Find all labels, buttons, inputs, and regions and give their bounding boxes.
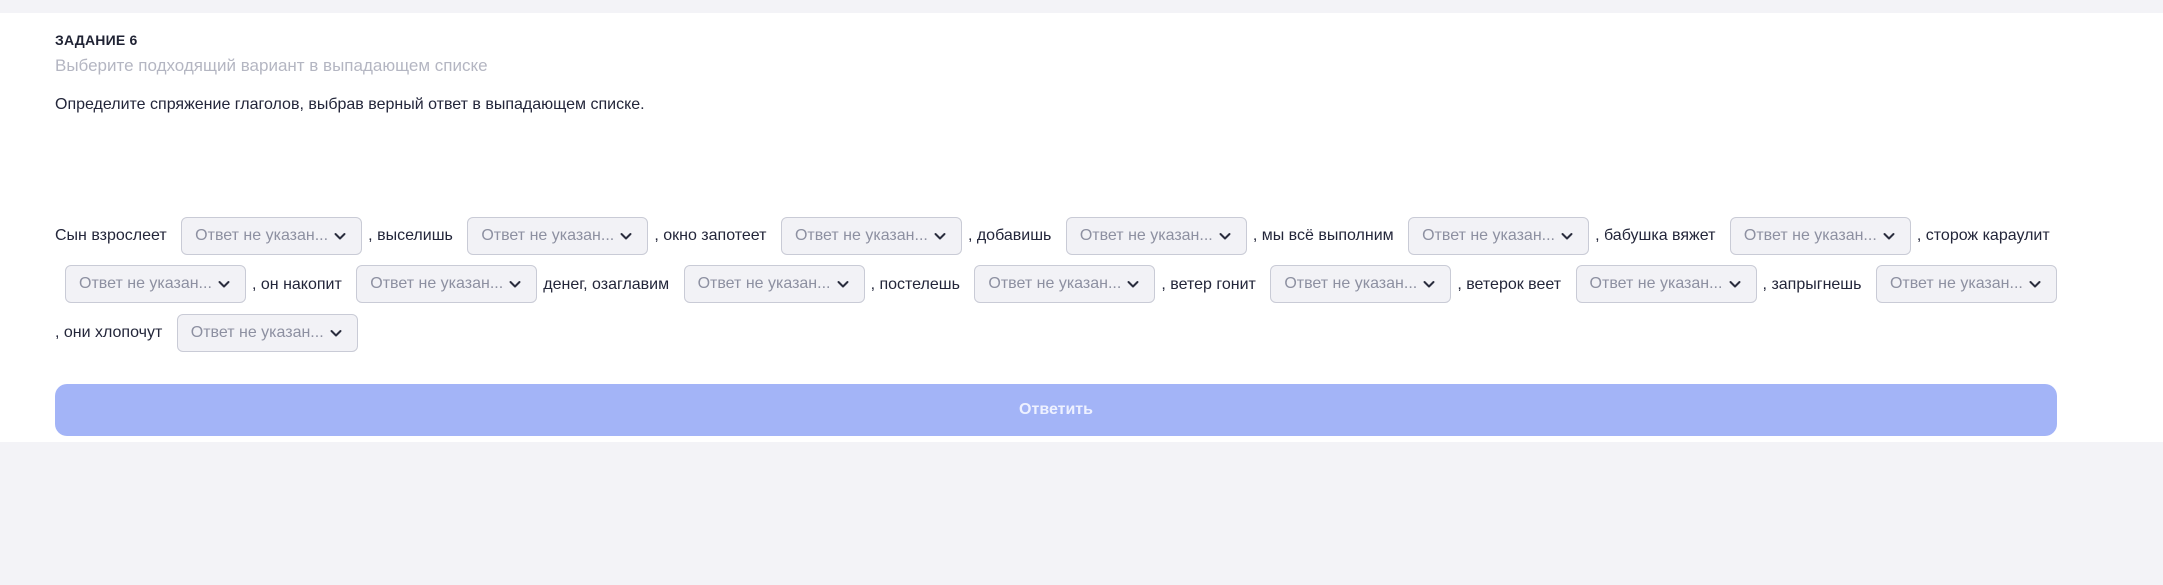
top-strip bbox=[0, 0, 2163, 13]
dropdown-value: Ответ не указан... bbox=[794, 226, 928, 244]
sentence-segment: , они хлопочут bbox=[55, 324, 163, 341]
dropdown-value: Ответ не указан... bbox=[190, 323, 324, 341]
chevron-down-icon bbox=[218, 281, 230, 288]
sentence-segment: Сын взрослеет bbox=[55, 227, 167, 244]
sentence-segment: , окно запотеет bbox=[654, 227, 767, 244]
sentence-segment: , мы всё выполним bbox=[1252, 227, 1394, 244]
dropdown-value: Ответ не указан... bbox=[1589, 275, 1723, 293]
answer-dropdown[interactable]: Ответ не указан... bbox=[1408, 216, 1590, 255]
chevron-down-icon bbox=[330, 329, 342, 337]
submit-button[interactable]: Ответить bbox=[55, 384, 2057, 436]
chevron-down-icon bbox=[1729, 281, 1741, 288]
answer-dropdown[interactable]: Ответ не указан... bbox=[176, 313, 358, 352]
dropdown-value: Ответ не указан... bbox=[1284, 275, 1418, 293]
dropdown-value: Ответ не указан... bbox=[1743, 226, 1877, 244]
dropdown-value: Ответ не указан... bbox=[195, 226, 329, 244]
chevron-down-icon bbox=[509, 281, 521, 288]
chevron-down-icon bbox=[620, 232, 632, 240]
chevron-down-icon bbox=[1883, 232, 1895, 240]
answer-dropdown[interactable]: Ответ не указан... bbox=[1729, 216, 1911, 255]
task-hint: Выберите подходящий вариант в выпадающем… bbox=[55, 56, 488, 75]
answer-dropdown[interactable]: Ответ не указан... bbox=[683, 265, 865, 304]
chevron-down-icon bbox=[934, 232, 946, 240]
dropdown-value: Ответ не указан... bbox=[481, 226, 615, 244]
chevron-down-icon bbox=[334, 232, 346, 240]
answer-dropdown[interactable]: Ответ не указан... bbox=[356, 265, 538, 304]
sentence-segment: , запрыгнешь bbox=[1762, 275, 1862, 293]
answer-dropdown[interactable]: Ответ не указан... bbox=[1875, 265, 2057, 304]
answer-dropdown[interactable]: Ответ не указан... bbox=[1065, 216, 1247, 255]
answer-dropdown[interactable]: Ответ не указан... bbox=[181, 216, 363, 255]
sentence-segment: , сторож караулит bbox=[1916, 227, 2050, 244]
chevron-down-icon bbox=[1423, 281, 1435, 288]
sentence-segment: , добавишь bbox=[967, 227, 1052, 244]
dropdown-value: Ответ не указан... bbox=[370, 275, 504, 293]
dropdown-value: Ответ не указан... bbox=[1889, 275, 2023, 293]
answer-dropdown[interactable]: Ответ не указан... bbox=[65, 265, 246, 304]
task-card: ЗАДАНИЕ 6 Выберите подходящий вариант в … bbox=[0, 13, 2163, 442]
sentence-segment: денег, озаглавим bbox=[543, 275, 670, 293]
answer-dropdown[interactable]: Ответ не указан... bbox=[974, 265, 1156, 304]
sentence-segment: , выселишь bbox=[368, 227, 453, 244]
chevron-down-icon bbox=[2029, 281, 2041, 288]
sentence-segment: , постелешь bbox=[870, 275, 960, 293]
submit-button-label: Ответить bbox=[1019, 401, 1093, 418]
chevron-down-icon bbox=[1127, 281, 1139, 288]
dropdown-value: Ответ не указан... bbox=[79, 275, 212, 293]
task-title: ЗАДАНИЕ 6 bbox=[55, 32, 138, 48]
sentence-segment: , ветер гонит bbox=[1161, 275, 1256, 293]
answer-dropdown[interactable]: Ответ не указан... bbox=[1270, 265, 1452, 304]
sentence-segment: , ветерок веет bbox=[1457, 275, 1562, 293]
sentence-with-dropdowns: Сын взрослеет Ответ не указан... , высели… bbox=[55, 212, 2075, 358]
answer-dropdown[interactable]: Ответ не указан... bbox=[1575, 265, 1757, 304]
answer-dropdown[interactable]: Ответ не указан... bbox=[467, 216, 649, 255]
dropdown-value: Ответ не указан... bbox=[1079, 226, 1213, 244]
task-question: Определите спряжение глаголов, выбрав ве… bbox=[55, 96, 645, 113]
sentence-segment: , он накопит bbox=[252, 275, 342, 293]
dropdown-value: Ответ не указан... bbox=[697, 275, 831, 293]
chevron-down-icon bbox=[1219, 232, 1231, 240]
dropdown-value: Ответ не указан... bbox=[988, 275, 1122, 293]
chevron-down-icon bbox=[1561, 232, 1573, 240]
answer-dropdown[interactable]: Ответ не указан... bbox=[780, 216, 962, 255]
chevron-down-icon bbox=[837, 281, 849, 288]
dropdown-value: Ответ не указан... bbox=[1422, 226, 1555, 244]
sentence-segment: , бабушка вяжет bbox=[1595, 227, 1716, 244]
